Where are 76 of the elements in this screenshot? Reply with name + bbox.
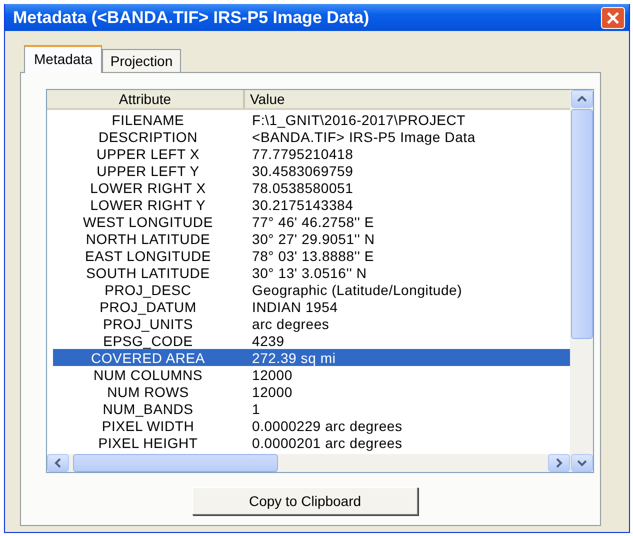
attribute-cell-text: EAST LONGITUDE <box>84 248 212 264</box>
table-row[interactable]: UPPER LEFT X 77.7795210418 <box>53 145 570 162</box>
value-cell-text: 12000 <box>251 384 294 400</box>
scroll-down-button[interactable] <box>571 454 593 472</box>
value-cell-text: 4239 <box>251 332 286 348</box>
scroll-thumb[interactable] <box>571 109 593 339</box>
attribute-cell-text: UPPER LEFT Y <box>96 162 200 178</box>
value-cell-text: 30° 13' 3.0516'' N <box>251 264 368 280</box>
value-cell-text: 30.2175143384 <box>251 196 354 212</box>
attribute-cell-text: FILENAME <box>110 112 186 128</box>
attribute-cell-text: NUM ROWS <box>106 384 190 400</box>
value-cell-text: arc degrees <box>251 316 330 332</box>
attribute-cell-text: NUM COLUMNS <box>92 366 204 382</box>
table-row[interactable]: PROJ_DATUM INDIAN 1954 <box>53 298 570 315</box>
attribute-cell-text: EPSG_CODE <box>102 332 194 348</box>
scroll-thumb[interactable] <box>73 454 278 472</box>
scroll-left-button[interactable] <box>47 454 69 472</box>
attribute-cell-text: PROJ_UNITS <box>102 316 194 332</box>
table-row[interactable]: NUM_BANDS 1 <box>53 400 570 417</box>
tab[interactable]: Projection <box>102 49 181 72</box>
tab[interactable]: Metadata <box>24 45 102 73</box>
value-cell-text: 78.0538580051 <box>251 180 354 196</box>
value-cell-text: 0.0000201 arc degrees <box>251 434 404 450</box>
attribute-cell-text: WEST LONGITUDE <box>82 214 214 230</box>
copy-button[interactable]: Copy to Clipboard <box>192 487 418 515</box>
table-row[interactable]: NORTH LATITUDE 30° 27' 29.9051'' N <box>53 230 570 247</box>
attribute-cell-text: DESCRIPTION <box>98 128 198 144</box>
value-cell-text: 272.39 sq mi <box>251 350 337 366</box>
vertical-scrollbar[interactable] <box>570 90 593 472</box>
table-row[interactable]: EPSG_CODE 4239 <box>53 332 570 349</box>
table-row[interactable]: PROJ_DESC Geographic (Latitude/Longitude) <box>53 281 570 298</box>
value-cell-text: 0.0000229 arc degrees <box>251 418 404 434</box>
value-cell-text: 77° 46' 46.2758'' E <box>251 214 376 230</box>
value-cell-text: <BANDA.TIF> IRS-P5 Image Data <box>251 128 476 144</box>
table-row[interactable]: WEST LONGITUDE 77° 46' 46.2758'' E <box>53 213 570 230</box>
attribute-cell-text: COVERED AREA <box>90 350 206 366</box>
attribute-cell-text: PIXEL HEIGHT <box>97 434 199 450</box>
attribute-cell-text: PROJ_DESC <box>104 282 192 298</box>
table-row[interactable]: NUM ROWS 12000 <box>53 383 570 400</box>
value-cell-text: 12000 <box>251 366 294 382</box>
value-cell-text: 30.4583069759 <box>251 162 354 178</box>
attribute-cell-text: UPPER LEFT X <box>96 146 200 162</box>
value-cell-text: 30° 27' 29.9051'' N <box>251 230 376 246</box>
table-row[interactable]: DESCRIPTION <BANDA.TIF> IRS-P5 Image Data <box>53 128 570 145</box>
table-row[interactable]: FILENAME F:\1_GNIT\2016-2017\PROJECT <box>53 111 570 128</box>
attribute-cell-text: SOUTH LATITUDE <box>85 264 211 280</box>
attribute-cell-text: LOWER RIGHT X <box>89 180 207 196</box>
table-row[interactable]: COVERED AREA 272.39 sq mi <box>53 349 570 366</box>
scroll-up-button[interactable] <box>571 90 593 108</box>
column-header[interactable]: Attribute <box>47 90 245 108</box>
attribute-cell-text: PIXEL WIDTH <box>100 418 196 434</box>
close-button[interactable] <box>601 6 625 28</box>
horizontal-scrollbar[interactable] <box>47 454 570 472</box>
value-cell-text: 78° 03' 13.8888'' E <box>251 248 376 264</box>
attribute-cell-text: PROJ_DATUM <box>98 298 198 314</box>
value-cell-text: F:\1_GNIT\2016-2017\PROJECT <box>251 112 467 128</box>
close-icon <box>606 10 620 24</box>
attribute-cell-text: NORTH LATITUDE <box>84 230 212 246</box>
column-header[interactable]: Value <box>245 90 570 108</box>
table-row[interactable]: EAST LONGITUDE 78° 03' 13.8888'' E <box>53 247 570 264</box>
window-title: Metadata (<BANDA.TIF> IRS-P5 Image Data) <box>13 8 370 28</box>
value-cell-text: Geographic (Latitude/Longitude) <box>251 282 464 298</box>
value-cell-text: 77.7795210418 <box>251 146 354 162</box>
table-row[interactable]: LOWER RIGHT Y 30.2175143384 <box>53 196 570 213</box>
attribute-cell-text: LOWER RIGHT Y <box>89 196 207 212</box>
table-row[interactable]: SOUTH LATITUDE 30° 13' 3.0516'' N <box>53 264 570 281</box>
table-row[interactable]: UPPER LEFT Y 30.4583069759 <box>53 162 570 179</box>
value-cell-text: 1 <box>251 400 262 416</box>
table-row[interactable]: PIXEL WIDTH 0.0000229 arc degrees <box>53 417 570 434</box>
table-row[interactable]: LOWER RIGHT X 78.0538580051 <box>53 179 570 196</box>
table-row[interactable]: PIXEL HEIGHT 0.0000201 arc degrees <box>53 434 570 451</box>
table-row[interactable]: NUM COLUMNS 12000 <box>53 366 570 383</box>
scroll-right-button[interactable] <box>548 454 570 472</box>
value-cell-text: INDIAN 1954 <box>251 298 339 314</box>
table-row[interactable]: PROJ_UNITS arc degrees <box>53 315 570 332</box>
attribute-cell-text: NUM_BANDS <box>102 400 194 416</box>
